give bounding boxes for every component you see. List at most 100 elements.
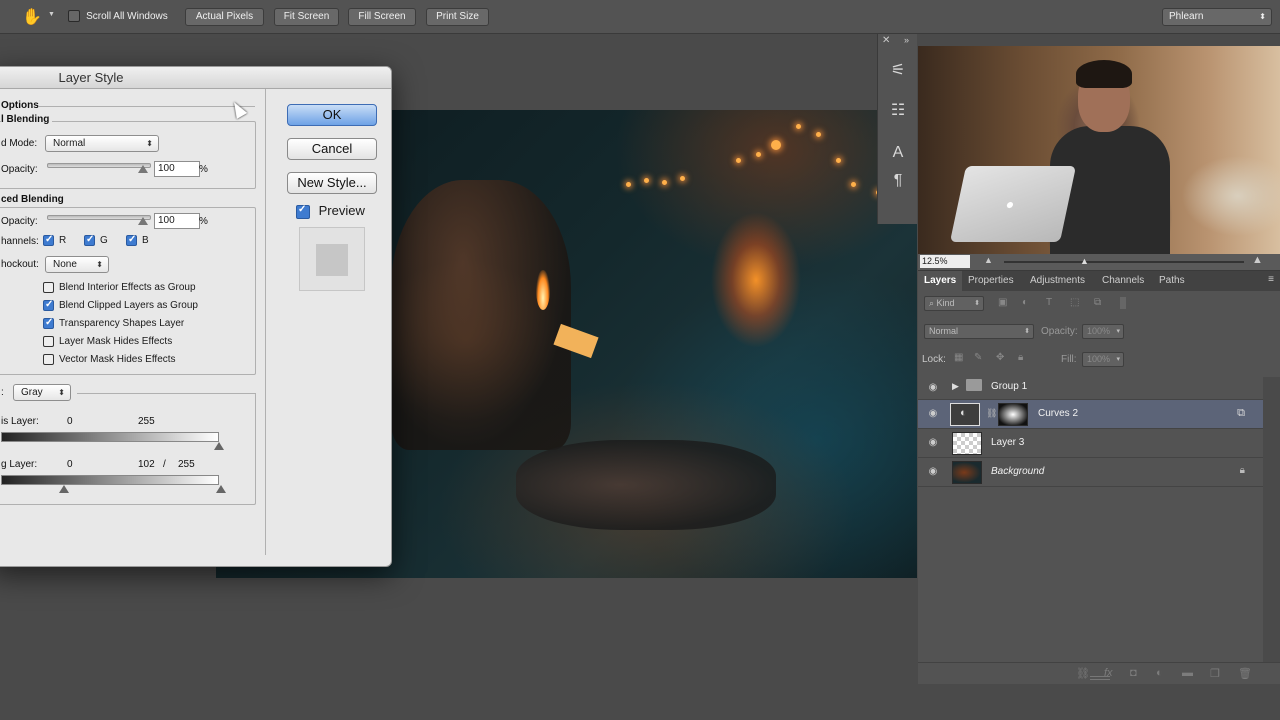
layer-name[interactable]: Group 1 (991, 381, 1027, 392)
lock-position-icon[interactable]: ✥ (996, 352, 1004, 363)
vector-mask-hides-box[interactable] (43, 354, 54, 365)
tab-channels[interactable]: Channels (1102, 271, 1144, 291)
layer-row-group-1[interactable]: ◉ ▶ Group 1 (918, 374, 1263, 400)
properties-panel-icon[interactable]: ☷ (886, 100, 910, 122)
transparency-shapes-box[interactable] (43, 317, 54, 329)
layer-style-badge-icon[interactable]: ⧉ (1237, 407, 1245, 420)
layers-scrollbar[interactable] (1263, 377, 1280, 667)
fill-opacity-slider[interactable] (47, 215, 151, 220)
filter-pixel-icon[interactable]: ▣ (998, 297, 1007, 308)
print-size-button[interactable]: Print Size (426, 8, 489, 26)
trash-icon[interactable]: 🗑︎ (1238, 667, 1252, 680)
tab-adjustments[interactable]: Adjustments (1030, 271, 1085, 291)
fill-opacity-slider-thumb[interactable] (138, 217, 148, 225)
layer-name[interactable]: Layer 3 (991, 437, 1024, 448)
hand-tool-icon[interactable]: ✋ (22, 7, 42, 27)
visibility-eye-icon[interactable]: ◉ (926, 466, 940, 477)
opacity-input[interactable]: 100 (154, 161, 200, 177)
visibility-eye-icon[interactable]: ◉ (926, 437, 940, 448)
disclosure-triangle-icon[interactable]: ▶ (952, 381, 959, 392)
tab-layers[interactable]: Layers (918, 271, 963, 291)
preview-checkbox[interactable]: Preview (296, 203, 365, 219)
scroll-all-windows-box[interactable] (68, 10, 80, 23)
filter-kind-select[interactable]: ⌕ Kind ⬍ (924, 296, 984, 311)
filter-adjustment-icon[interactable]: ◐ (1022, 297, 1028, 308)
visibility-eye-icon[interactable]: ◉ (926, 408, 940, 419)
channel-b-box[interactable] (126, 234, 137, 246)
blend-mode-select[interactable]: Normal ⬍ (45, 135, 159, 152)
layer-mask-hides-checkbox[interactable]: Layer Mask Hides Effects (43, 336, 172, 347)
underlying-white-thumb[interactable] (216, 485, 226, 493)
underlying-black-thumb[interactable] (59, 485, 69, 493)
blend-clipped-checkbox[interactable]: Blend Clipped Layers as Group (43, 299, 198, 311)
zoom-out-icon[interactable]: ▲ (984, 255, 993, 265)
fill-screen-button[interactable]: Fill Screen (348, 8, 416, 26)
filter-type-icon[interactable]: T (1046, 297, 1052, 308)
channel-r-checkbox[interactable]: R (43, 234, 66, 246)
resize-grip-icon[interactable] (1090, 676, 1110, 680)
layer-name[interactable]: Background (991, 466, 1044, 477)
adjustment-thumbnail[interactable]: ◐ (950, 403, 980, 426)
new-style-button[interactable]: New Style... (287, 172, 377, 194)
zoom-in-icon[interactable]: ▲ (1252, 254, 1263, 266)
blend-interior-box[interactable] (43, 282, 54, 293)
layer-row-layer-3[interactable]: ◉ Layer 3 (918, 429, 1263, 458)
scroll-all-windows-checkbox[interactable]: Scroll All Windows (68, 10, 168, 23)
transparency-shapes-checkbox[interactable]: Transparency Shapes Layer (43, 317, 184, 329)
filter-toggle-icon[interactable] (1120, 297, 1126, 309)
paragraph-panel-icon[interactable]: ¶ (886, 170, 910, 192)
new-layer-icon[interactable]: ❐ (1210, 667, 1220, 680)
layer-row-curves-2[interactable]: ◉ ◐ ⛓ Curves 2 ⧉ (918, 400, 1263, 429)
tool-preset-chevron-icon[interactable]: ▼ (48, 11, 55, 18)
character-panel-icon[interactable]: A (886, 142, 910, 164)
opacity-slider[interactable] (47, 163, 151, 168)
zoom-slider[interactable] (1004, 261, 1244, 263)
panel-menu-icon[interactable]: ≡ (1268, 274, 1274, 285)
channel-b-checkbox[interactable]: B (126, 234, 149, 246)
opacity-input[interactable]: 100% ▾ (1082, 324, 1124, 339)
add-mask-icon[interactable]: ◘ (1130, 667, 1137, 679)
zoom-slider-thumb[interactable]: ▲ (1080, 256, 1089, 266)
new-adjustment-icon[interactable]: ◐ (1156, 667, 1163, 679)
fit-screen-button[interactable]: Fit Screen (274, 8, 339, 26)
layer-row-background[interactable]: ◉ Background 🔒︎ (918, 458, 1263, 487)
new-group-icon[interactable]: ▬ (1182, 667, 1193, 679)
cancel-button[interactable]: Cancel (287, 138, 377, 160)
workspace-switcher[interactable]: Phlearn ⬍ (1162, 8, 1272, 26)
channel-g-checkbox[interactable]: G (84, 234, 108, 246)
underlying-ramp[interactable] (1, 475, 219, 485)
lock-all-icon[interactable]: 🔒︎ (1018, 352, 1023, 363)
mask-thumbnail[interactable] (998, 403, 1028, 426)
knockout-select[interactable]: None ⬍ (45, 256, 109, 273)
layer-thumbnail[interactable] (952, 461, 982, 484)
channel-r-box[interactable] (43, 234, 54, 246)
preview-box[interactable] (296, 204, 310, 219)
blend-clipped-box[interactable] (43, 299, 54, 311)
expand-panels-icon[interactable]: » (904, 35, 909, 45)
zoom-input[interactable]: 12.5% (920, 255, 970, 268)
fill-input[interactable]: 100% ▾ (1082, 352, 1124, 367)
channel-g-box[interactable] (84, 234, 95, 246)
this-layer-white-thumb[interactable] (214, 442, 224, 450)
blend-interior-checkbox[interactable]: Blend Interior Effects as Group (43, 282, 196, 293)
blend-mode-select[interactable]: Normal ⬍ (924, 324, 1034, 339)
opacity-slider-thumb[interactable] (138, 165, 148, 173)
tab-properties[interactable]: Properties (968, 271, 1014, 291)
link-layers-icon[interactable]: ⛓ (1076, 667, 1090, 680)
this-layer-ramp[interactable] (1, 432, 219, 442)
tab-paths[interactable]: Paths (1159, 271, 1185, 291)
actual-pixels-button[interactable]: Actual Pixels (185, 8, 264, 26)
filter-smart-object-icon[interactable]: ⧉ (1094, 297, 1101, 308)
adjustments-panel-icon[interactable]: ⚟ (886, 60, 910, 82)
layer-name[interactable]: Curves 2 (1038, 408, 1078, 419)
collapse-icon[interactable]: ✕ (882, 35, 890, 46)
vector-mask-hides-checkbox[interactable]: Vector Mask Hides Effects (43, 354, 176, 365)
layer-thumbnail[interactable] (952, 432, 982, 455)
lock-image-icon[interactable]: ✎ (974, 352, 982, 363)
ok-button[interactable]: OK (287, 104, 377, 126)
fill-opacity-input[interactable]: 100 (154, 213, 200, 229)
layer-mask-hides-box[interactable] (43, 336, 54, 347)
visibility-eye-icon[interactable]: ◉ (926, 382, 940, 393)
filter-shape-icon[interactable]: ⬚ (1070, 297, 1079, 308)
lock-transparent-icon[interactable]: ▦ (954, 352, 963, 363)
